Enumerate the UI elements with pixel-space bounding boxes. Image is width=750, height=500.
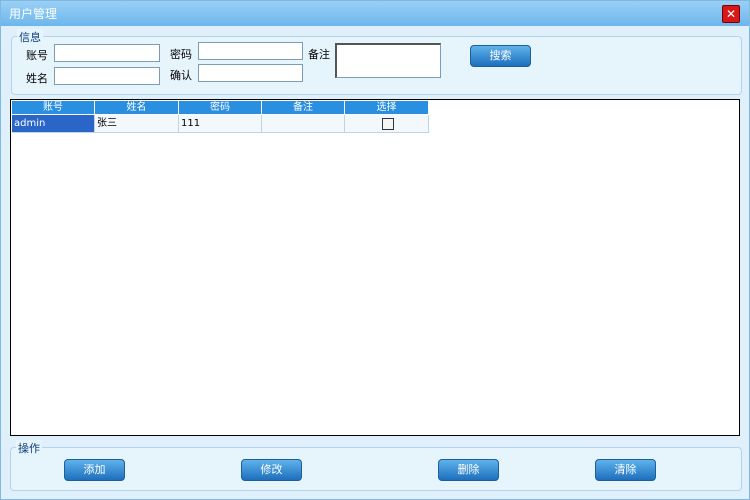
clear-button[interactable]: 清除 [595, 459, 656, 481]
confirm-label: 确认 [170, 69, 192, 82]
delete-button[interactable]: 删除 [438, 459, 499, 481]
password-label: 密码 [170, 48, 192, 61]
cell-account[interactable]: admin [12, 115, 95, 133]
table-header: 账号 姓名 密码 备注 选择 [12, 101, 429, 114]
account-label: 账号 [26, 49, 48, 62]
window-title: 用户管理 [9, 7, 58, 21]
info-group-title: 信息 [17, 29, 43, 45]
close-button[interactable]: ✕ [722, 5, 740, 23]
account-input[interactable] [54, 44, 160, 62]
info-group: 信息 账号 姓名 密码 确认 备注 搜索 [11, 29, 742, 95]
close-icon: ✕ [725, 7, 737, 21]
confirm-input[interactable] [198, 64, 303, 82]
column-header-account[interactable]: 账号 [12, 101, 95, 114]
actions-group: 操作 添加 修改 删除 清除 [10, 440, 742, 491]
user-table[interactable]: 账号 姓名 密码 备注 选择 admin 张三 111 [10, 99, 740, 436]
remark-textarea[interactable] [335, 43, 441, 78]
cell-password[interactable]: 111 [179, 115, 262, 133]
cell-name[interactable]: 张三 [95, 115, 179, 133]
column-header-select[interactable]: 选择 [345, 101, 429, 114]
name-label: 姓名 [26, 72, 48, 85]
password-input[interactable] [198, 42, 303, 60]
column-header-name[interactable]: 姓名 [95, 101, 179, 114]
table-row[interactable]: admin 张三 111 [12, 115, 429, 133]
search-button[interactable]: 搜索 [470, 45, 531, 67]
title-bar[interactable]: 用户管理 ✕ [1, 1, 749, 26]
cell-remark[interactable] [262, 115, 345, 133]
remark-label: 备注 [308, 48, 330, 61]
user-management-window: 用户管理 ✕ 信息 账号 姓名 密码 确认 备注 搜索 账号 姓名 密码 备注 … [0, 0, 750, 500]
select-checkbox[interactable] [381, 117, 394, 130]
actions-group-title: 操作 [16, 440, 42, 456]
column-header-remark[interactable]: 备注 [262, 101, 345, 114]
name-input[interactable] [54, 67, 160, 85]
cell-select[interactable] [345, 115, 429, 133]
add-button[interactable]: 添加 [64, 459, 125, 481]
edit-button[interactable]: 修改 [241, 459, 302, 481]
column-header-password[interactable]: 密码 [179, 101, 262, 114]
